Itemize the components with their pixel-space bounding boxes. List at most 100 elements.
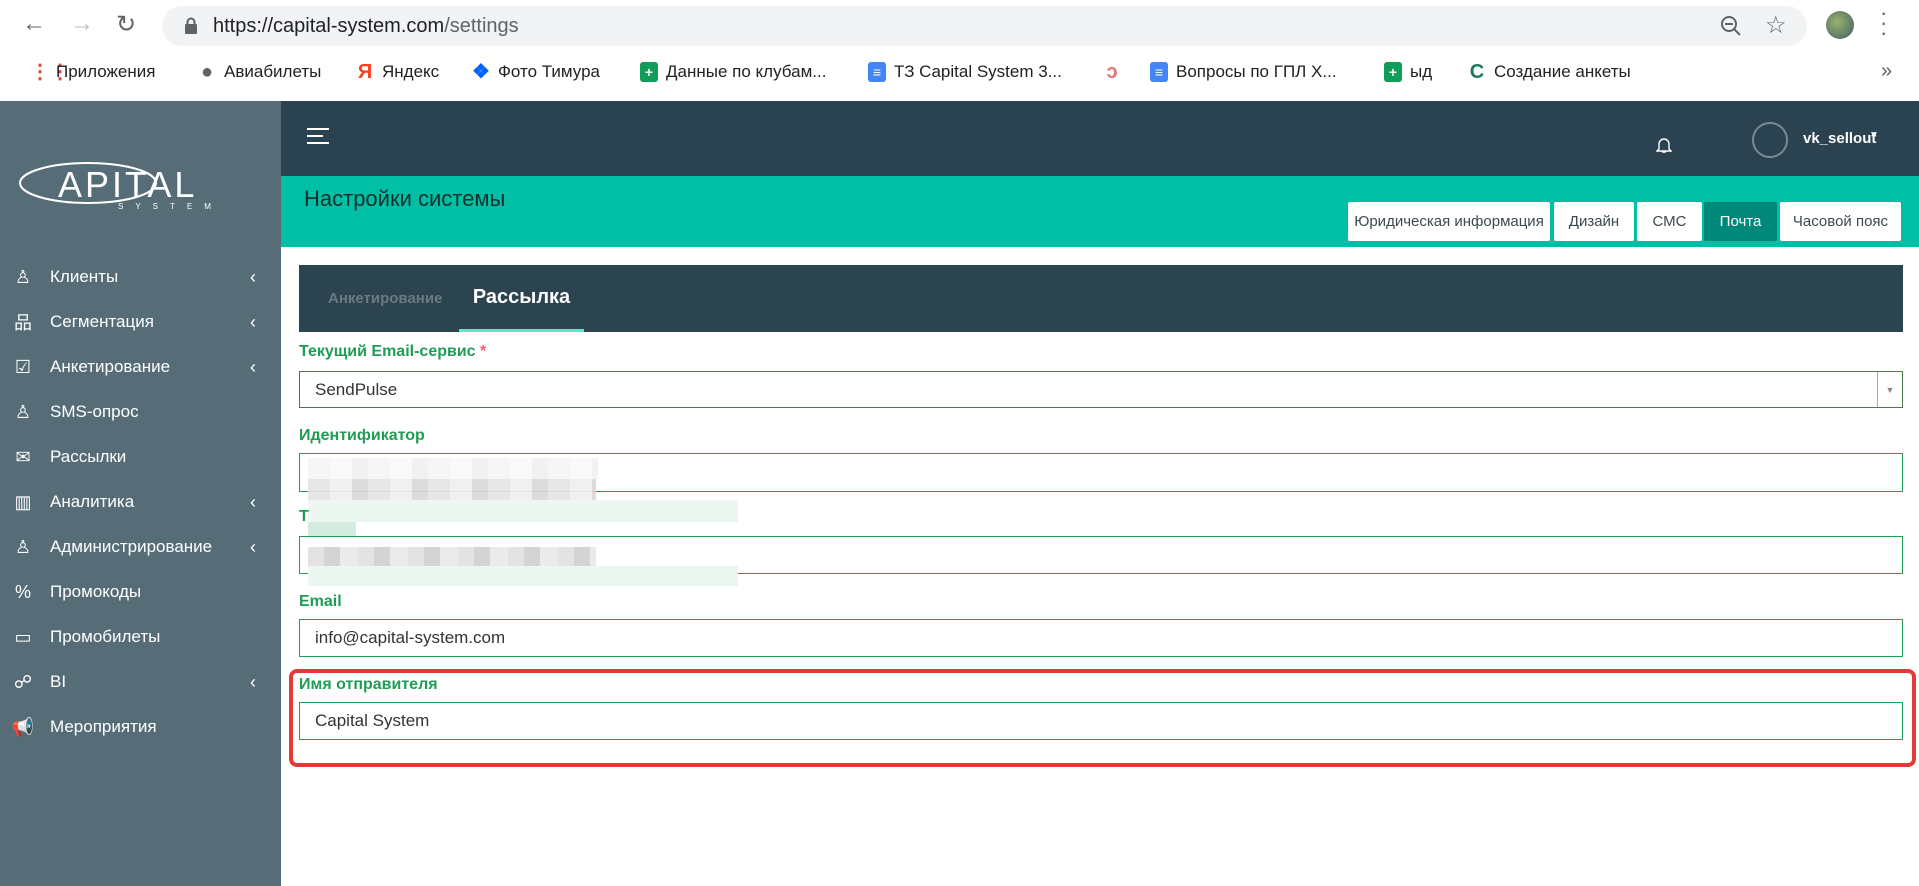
bookmark-item[interactable]: ≡ ТЗ Capital System 3...: [868, 62, 1062, 82]
reload-icon[interactable]: ↻: [116, 10, 136, 39]
swirl-icon: ↄ: [1106, 61, 1118, 83]
apps-grid-icon: ⋮⋮: [30, 61, 70, 83]
sidebar-item-label: BI: [50, 672, 67, 691]
bookmark-item[interactable]: + Данные по клубам...: [640, 62, 826, 82]
lock-icon: [185, 17, 197, 34]
forward-icon[interactable]: →: [70, 10, 94, 38]
required-mark: *: [480, 343, 487, 360]
sidebar: APITAL SYSTEM ♙ Клиенты ‹ 品 Сегментация ‹ ☑ Анк…: [0, 101, 281, 886]
sidebar-item[interactable]: ▥ Аналитика ‹: [0, 482, 281, 522]
svg-text:APITAL: APITAL: [58, 164, 197, 205]
back-icon[interactable]: ←: [22, 10, 46, 38]
sender-name-label: Имя отправителя: [299, 676, 438, 693]
settings-section-button[interactable]: Почта: [1704, 202, 1777, 241]
chart-icon: ▥: [14, 491, 32, 512]
user-icon: ♙: [14, 266, 32, 287]
select-value: SendPulse: [315, 379, 398, 399]
chevron-left-icon: ‹: [250, 311, 256, 332]
hamburger-menu-icon[interactable]: [307, 127, 329, 145]
tab-mailing[interactable]: Рассылка: [459, 265, 584, 332]
redacted-area: [308, 566, 738, 586]
settings-section-button[interactable]: Юридическая информация: [1348, 202, 1550, 241]
chevron-left-icon: ‹: [250, 356, 256, 377]
sidebar-item[interactable]: ▭ Промобилеты: [0, 617, 281, 657]
bookmark-label: Приложения: [56, 62, 156, 81]
sidebar-item[interactable]: ☑ Анкетирование ‹: [0, 347, 281, 387]
sender-name-input[interactable]: Capital System: [299, 702, 1903, 740]
bookmark-item[interactable]: ≡ Вопросы по ГПЛ Х...: [1150, 62, 1337, 82]
sidebar-item[interactable]: ♙ SMS-опрос: [0, 392, 281, 432]
bookmark-item[interactable]: ⋮⋮ Приложения: [30, 62, 155, 82]
bookmark-item[interactable]: ❖ Фото Тимура: [472, 62, 600, 82]
dropdown-arrow-icon[interactable]: ▼: [1877, 372, 1902, 407]
tab-label: Рассылка: [472, 285, 571, 308]
bookmark-label: ТЗ Capital System 3...: [894, 62, 1062, 81]
bookmark-item[interactable]: ● Авиабилеты: [198, 62, 321, 82]
tab-surveys[interactable]: Анкетирование: [328, 265, 442, 332]
bookmark-item[interactable]: ↄ: [1103, 62, 1121, 82]
megaphone-icon: 📢: [11, 716, 35, 737]
google-docs-icon: ≡: [868, 62, 886, 82]
top-navbar: vk_sellout ▼: [281, 101, 1919, 176]
sidebar-item-label: Промобилеты: [50, 627, 161, 646]
bookmark-star-icon[interactable]: ☆: [1765, 11, 1787, 40]
chevron-left-icon: ‹: [250, 536, 256, 557]
sidebar-item-label: Сегментация: [50, 312, 154, 331]
bookmark-item[interactable]: C Создание анкеты: [1468, 62, 1631, 82]
redacted-area: [308, 479, 596, 500]
sidebar-item[interactable]: 📢 Мероприятия: [0, 707, 281, 747]
sidebar-item[interactable]: ☍ BI ‹: [0, 662, 281, 702]
tab-bar: Анкетирование Рассылка: [299, 265, 1903, 332]
sidebar-item[interactable]: ✉ Рассылки: [0, 437, 281, 477]
email-service-select[interactable]: SendPulse ▼: [299, 371, 1903, 408]
settings-section-button[interactable]: Часовой пояс: [1780, 202, 1901, 241]
bookmarks-more[interactable]: »: [1881, 60, 1892, 83]
email-label: Email: [299, 593, 342, 610]
input-value: Capital System: [315, 711, 430, 730]
profile-avatar[interactable]: [1826, 11, 1854, 39]
identifier-label: Идентификатор: [299, 427, 425, 444]
sidebar-item-label: SMS-опрос: [50, 402, 139, 421]
bookmark-label: Фото Тимура: [498, 62, 601, 81]
menu-dots-icon[interactable]: · · ·: [1880, 2, 1887, 44]
browser-chrome: ← → ↻ https://capital-system.com/setting…: [0, 0, 1919, 101]
username[interactable]: vk_sellout: [1803, 130, 1876, 147]
svg-text:SYSTEM: SYSTEM: [118, 202, 223, 211]
settings-section-button[interactable]: Дизайн: [1554, 202, 1634, 241]
bookmark-label: Создание анкеты: [1494, 62, 1631, 81]
url-path: /settings: [444, 15, 519, 37]
globe-icon: ●: [200, 61, 214, 83]
email-input[interactable]: info@capital-system.com: [299, 619, 1903, 657]
page-title: Настройки системы: [304, 186, 506, 211]
redacted-area: [308, 500, 738, 522]
yandex-icon: Я: [357, 61, 373, 83]
sidebar-item-label: Мероприятия: [50, 717, 157, 736]
sidebar-item[interactable]: 品 Сегментация ‹: [0, 302, 281, 342]
google-sheets-icon: +: [640, 62, 658, 82]
sidebar-item-label: Рассылки: [50, 447, 127, 466]
bookmark-label: ыд: [1410, 62, 1433, 81]
sidebar-item[interactable]: ♙ Клиенты ‹: [0, 257, 281, 297]
survey-check-icon: ☑: [14, 356, 32, 377]
bell-icon[interactable]: [1656, 136, 1672, 154]
bookmark-item[interactable]: Я Яндекс: [356, 62, 439, 82]
redacted-area: [308, 458, 598, 479]
bookmark-label: Яндекс: [382, 62, 440, 81]
sidebar-item[interactable]: % Промокоды: [0, 572, 281, 612]
bookmark-item[interactable]: + ыд: [1384, 62, 1432, 82]
settings-section-button[interactable]: СМС: [1637, 202, 1702, 241]
sidebar-item-label: Администрирование: [50, 537, 213, 556]
redacted-area: [308, 547, 596, 567]
user-avatar[interactable]: [1752, 122, 1788, 158]
url-host: https://capital-system.com: [213, 15, 445, 37]
promo-percent-icon: %: [14, 581, 31, 602]
mail-icon: ✉: [15, 446, 31, 467]
address-bar[interactable]: https://capital-system.com/settings ☆: [162, 6, 1807, 46]
sidebar-item[interactable]: ♙ Администрирование ‹: [0, 527, 281, 567]
chevron-left-icon: ‹: [250, 671, 256, 692]
zoom-out-icon[interactable]: [1720, 15, 1742, 37]
caret-down-icon[interactable]: ▼: [1869, 130, 1879, 141]
sidebar-item-label: Аналитика: [50, 492, 135, 511]
bookmark-label: Вопросы по ГПЛ Х...: [1176, 62, 1337, 81]
email-service-label: Текущий Email-сервис *: [299, 343, 486, 361]
